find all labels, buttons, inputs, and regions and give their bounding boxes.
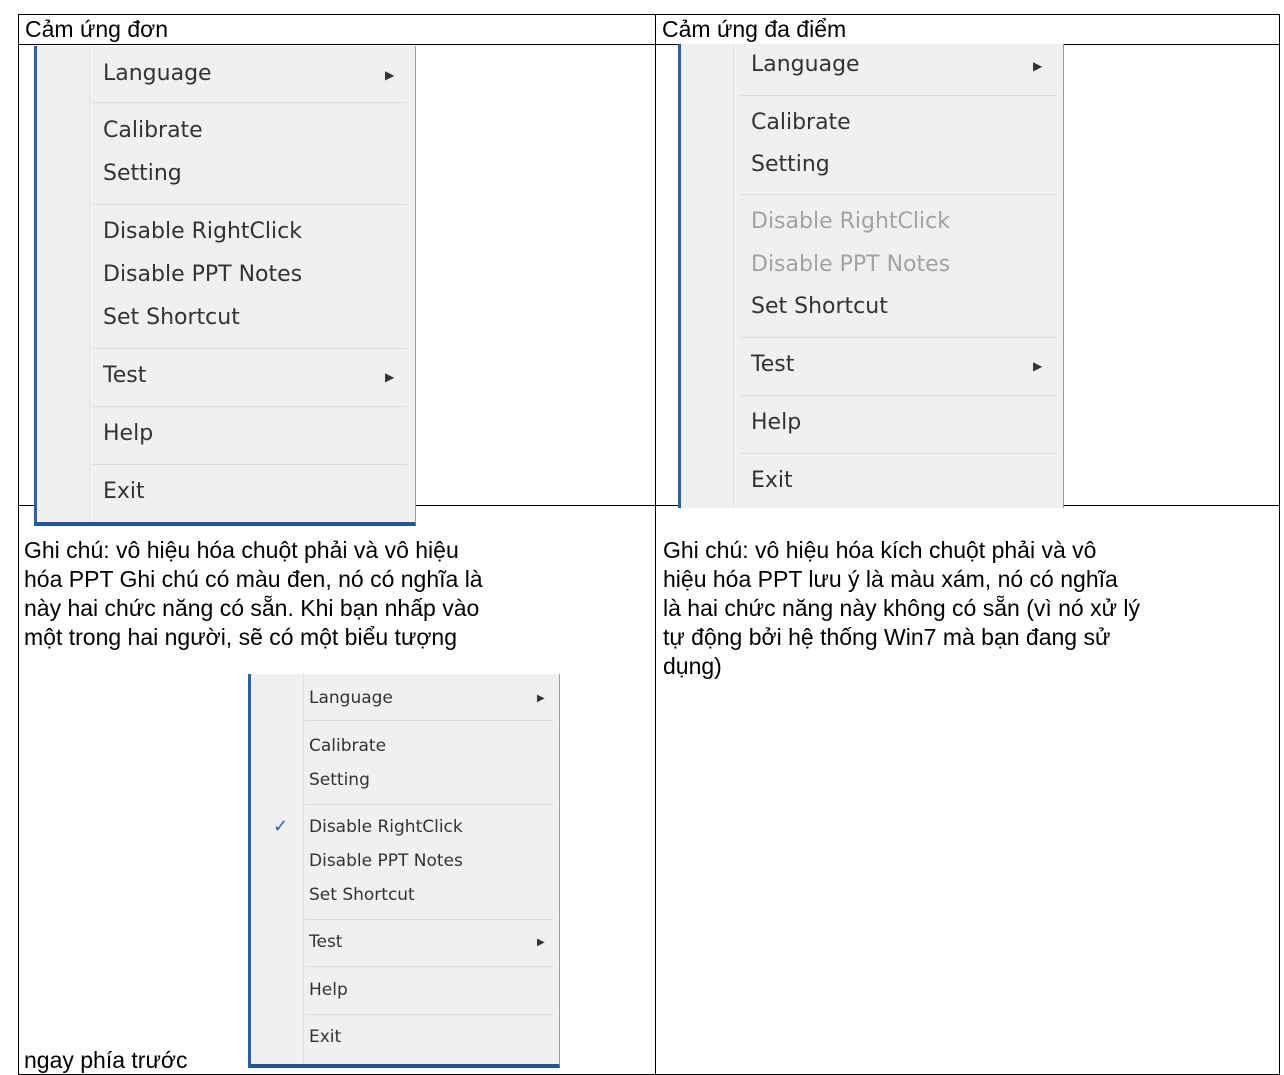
submenu-arrow-icon: ▶ [1033, 359, 1043, 373]
menu-item-setting[interactable]: Setting [751, 152, 830, 177]
menu-separator [741, 194, 1057, 195]
note-right-line: hiệu hóa PPT lưu ý là màu xám, nó có ngh… [663, 566, 1118, 592]
submenu-arrow-icon: ▶ [537, 937, 545, 948]
menu-item-exit[interactable]: Exit [309, 1027, 341, 1047]
submenu-arrow-icon: ▶ [537, 693, 545, 704]
menu-item-exit[interactable]: Exit [751, 468, 793, 493]
menu-icon-gutter [681, 44, 734, 508]
menu-item-help[interactable]: Help [309, 980, 348, 1000]
note-left-line: này hai chức năng có sẵn. Khi bạn nhấp v… [24, 595, 480, 621]
note-left-line: hóa PPT Ghi chú có màu đen, nó có nghĩa … [24, 566, 483, 592]
menu-item-help[interactable]: Help [103, 421, 153, 446]
menu-item-help[interactable]: Help [751, 410, 801, 435]
menu-separator [305, 919, 553, 920]
note-right-line: là hai chức năng này không có sẵn (vì nó… [663, 595, 1141, 621]
menu-item-test[interactable]: Test [309, 932, 342, 952]
menu-item-set-shortcut[interactable]: Set Shortcut [751, 294, 888, 319]
menu-item-disable-rightclick[interactable]: Disable RightClick [309, 817, 463, 837]
menu-item-test[interactable]: Test [103, 363, 146, 388]
menu-separator [741, 453, 1057, 454]
note-left-line: Ghi chú: vô hiệu hóa chuột phải và vô hi… [24, 537, 459, 563]
menu-separator [305, 966, 553, 967]
menu-icon-gutter [251, 674, 304, 1064]
menu-icon-gutter [37, 46, 90, 522]
menu-separator [305, 1014, 553, 1015]
menu-separator [741, 95, 1057, 96]
note-left: Ghi chú: vô hiệu hóa chuột phải và vô hi… [24, 536, 483, 652]
submenu-arrow-icon: ▶ [385, 370, 395, 384]
menu-item-language[interactable]: Language [309, 688, 393, 708]
menu-separator [741, 337, 1057, 338]
menu-separator [305, 720, 553, 721]
menu-item-disable-ppt-notes[interactable]: Disable PPT Notes [309, 851, 463, 871]
header-multi-touch: Cảm ứng đa điểm [655, 14, 1280, 45]
menu-separator [93, 102, 407, 103]
menu-item-setting[interactable]: Setting [309, 770, 370, 790]
note-left-line: một trong hai người, sẽ có một biểu tượn… [24, 624, 458, 650]
menu-separator [93, 406, 407, 407]
menu-separator [93, 464, 407, 465]
menu-item-set-shortcut[interactable]: Set Shortcut [103, 305, 240, 330]
checkmark-icon: ✓ [273, 816, 289, 837]
menu-separator [93, 348, 407, 349]
menu-separator [93, 204, 407, 205]
note-right-line: Ghi chú: vô hiệu hóa kích chuột phải và … [663, 537, 1097, 563]
submenu-arrow-icon: ▶ [1033, 59, 1043, 73]
note-left-tail: ngay phía trước [24, 1047, 188, 1073]
menu-item-disable-ppt-notes: Disable PPT Notes [751, 252, 951, 277]
menu-item-test[interactable]: Test [751, 352, 794, 377]
menu-item-language[interactable]: Language [103, 61, 212, 86]
menu-item-calibrate[interactable]: Calibrate [751, 110, 851, 135]
menu-item-disable-rightclick: Disable RightClick [751, 209, 950, 234]
menu-item-exit[interactable]: Exit [103, 479, 145, 504]
menu-item-calibrate[interactable]: Calibrate [103, 118, 203, 143]
submenu-arrow-icon: ▶ [385, 68, 395, 82]
menu-item-setting[interactable]: Setting [103, 161, 182, 186]
menu-item-calibrate[interactable]: Calibrate [309, 736, 386, 756]
header-single-touch: Cảm ứng đơn [18, 14, 656, 45]
context-menu-single-touch: Language ▶ Calibrate Setting Disable Rig… [34, 46, 416, 526]
menu-item-disable-rightclick[interactable]: Disable RightClick [103, 219, 302, 244]
menu-separator [741, 395, 1057, 396]
note-right: Ghi chú: vô hiệu hóa kích chuột phải và … [663, 536, 1140, 681]
menu-separator [305, 804, 553, 805]
menu-item-language[interactable]: Language [751, 52, 860, 77]
note-right-line: tự động bởi hệ thống Win7 mà bạn đang sử [663, 624, 1111, 650]
context-menu-multi-touch: Language ▶ Calibrate Setting Disable Rig… [678, 44, 1064, 508]
note-right-line: dụng) [663, 653, 722, 679]
context-menu-checked: Language ▶ Calibrate Setting ✓ Disable R… [248, 674, 560, 1068]
menu-item-set-shortcut[interactable]: Set Shortcut [309, 885, 415, 905]
menu-item-disable-ppt-notes[interactable]: Disable PPT Notes [103, 262, 302, 287]
